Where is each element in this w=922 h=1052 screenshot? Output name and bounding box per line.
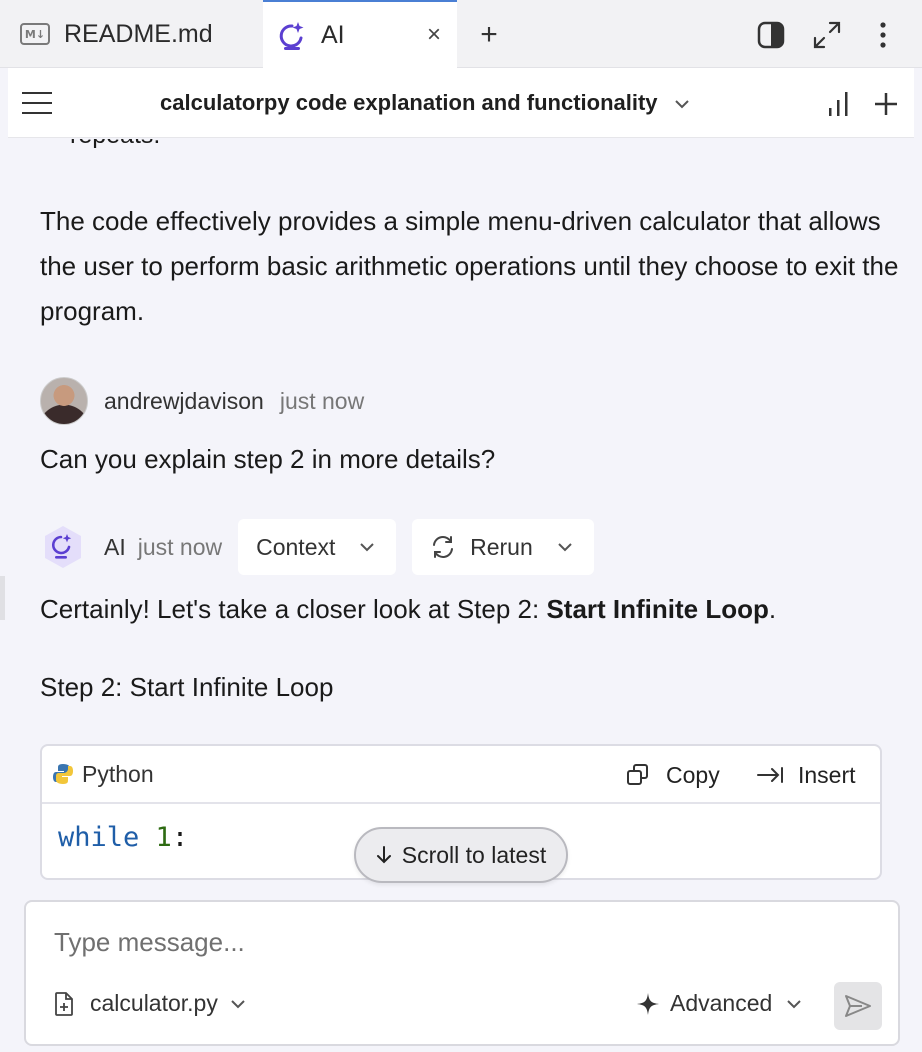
send-icon [844,994,872,1018]
more-options-icon[interactable] [868,20,898,50]
chat-header: calculatorpy code explanation and functi… [8,68,914,138]
tab-readme-label: README.md [64,19,213,48]
user-message: Can you explain step 2 in more details? [40,444,496,474]
chat-transcript: repeats. The code effectively provides a… [8,139,914,889]
code-keyword: while [58,822,140,853]
message-composer: calculator.py Advanced [24,900,900,1046]
ai-timestamp: just now [137,533,223,560]
tab-readme[interactable]: M↓ README.md [0,0,263,68]
close-icon[interactable]: × [423,23,445,47]
tab-ai[interactable]: AI × [263,0,457,69]
markdown-icon: M↓ [20,23,50,45]
answer-suffix: . [768,594,777,624]
context-label: Context [256,533,336,560]
sparkle-icon [636,992,660,1016]
answer-text: Certainly! Let's take a closer look at S… [40,594,547,624]
stats-icon[interactable] [824,90,854,123]
tab-bar: M↓ README.md AI × + [0,0,922,69]
file-add-icon [54,991,74,1016]
send-button[interactable] [834,982,882,1030]
copy-icon [626,763,650,787]
refresh-icon [430,535,456,559]
code-number: 1 [155,822,172,853]
new-tab-button[interactable]: + [474,20,504,50]
resize-handle[interactable] [0,576,5,620]
chevron-down-icon [786,998,802,1010]
insert-label: Insert [798,761,856,788]
new-chat-icon[interactable] [872,90,900,123]
user-timestamp: just now [279,387,365,414]
menu-icon[interactable] [22,92,52,114]
scroll-to-latest-button[interactable]: Scroll to latest [354,827,568,883]
ai-name: AI [104,533,126,560]
ai-tab-icon [279,20,307,52]
summary-paragraph: The code effectively provides a simple m… [40,206,899,326]
chevron-down-icon [230,998,246,1010]
insert-arrow-icon [756,765,784,785]
ai-answer-intro: Certainly! Let's take a closer look at S… [40,594,776,625]
scroll-label: Scroll to latest [401,841,547,868]
rerun-button[interactable]: Rerun [412,519,595,575]
step-heading: Step 2: Start Infinite Loop [40,672,334,702]
answer-bold-text: Start Infinite Loop [546,594,769,624]
file-context-chip[interactable]: calculator.py [54,990,246,1017]
avatar [40,377,88,425]
context-dropdown[interactable]: Context [238,519,397,575]
partial-list-item: repeats. [70,139,160,150]
ai-message-header: AI just now Context Rerun [42,519,595,575]
user-name: andrewjdavison [104,387,264,414]
rerun-label: Rerun [470,533,533,560]
code-colon: : [171,822,189,853]
chevron-down-icon [674,90,690,116]
chevron-down-icon [359,541,375,553]
code-language: Python [82,760,154,787]
file-name: calculator.py [90,990,218,1016]
insert-button[interactable]: Insert [756,746,856,804]
chevron-down-icon [557,541,573,553]
advanced-dropdown[interactable]: Advanced [636,990,802,1017]
copy-button[interactable]: Copy [626,746,720,804]
expand-icon[interactable] [812,20,842,50]
arrow-down-icon [376,845,392,865]
code-block-header: Python Copy Insert [42,746,880,804]
split-view-icon[interactable] [756,20,786,50]
conversation-title-label: calculatorpy code explanation and functi… [160,90,658,115]
ai-logo-icon [42,526,84,568]
conversation-title[interactable]: calculatorpy code explanation and functi… [160,90,690,116]
python-icon [52,763,74,785]
message-input[interactable] [54,924,854,960]
copy-label: Copy [666,761,720,788]
user-message-header: andrewjdavison just now [40,377,364,425]
tab-ai-label: AI [321,21,345,49]
advanced-label: Advanced [670,990,773,1016]
